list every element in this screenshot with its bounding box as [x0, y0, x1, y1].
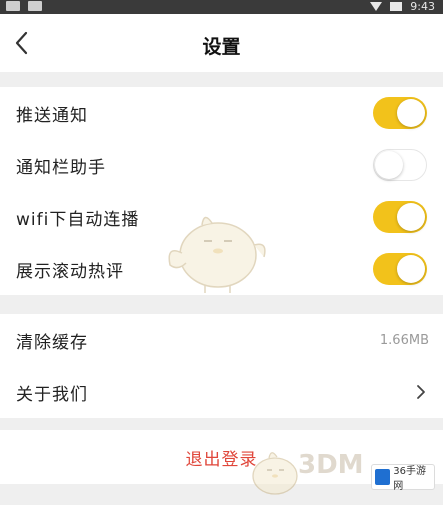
toggle-knob: [397, 99, 425, 127]
about-us-label: 关于我们: [16, 384, 88, 405]
mascot-watermark-icon: [168, 216, 266, 293]
hot-comments-toggle[interactable]: [373, 253, 427, 285]
wifi-icon: [370, 2, 383, 11]
site-logo-icon: [375, 469, 391, 485]
page-title: 设置: [202, 36, 241, 58]
small-mascot-watermark-icon: [252, 452, 298, 495]
toggle-knob: [397, 203, 425, 231]
about-us-row[interactable]: 关于我们: [0, 366, 443, 418]
toggle-knob: [375, 151, 403, 179]
site-badge: 36手游网: [371, 464, 435, 492]
push-notification-toggle[interactable]: [373, 97, 427, 129]
chevron-right-icon: [417, 385, 425, 399]
status-right: 9:43: [370, 0, 435, 13]
clear-cache-label: 清除缓存: [16, 332, 88, 353]
clear-cache-row[interactable]: 清除缓存 1.66MB: [0, 314, 443, 366]
site-badge-text: 36手游网: [393, 466, 426, 492]
setting-label: wifi下自动连播: [16, 209, 140, 230]
setting-label: 展示滚动热评: [16, 261, 124, 282]
toggle-knob: [397, 255, 425, 283]
setting-row-notify-helper: 通知栏助手: [0, 139, 443, 191]
setting-label: 通知栏助手: [16, 157, 106, 178]
gallery-notification-icon: [28, 1, 42, 11]
setting-label: 推送通知: [16, 105, 88, 126]
status-time: 9:43: [410, 0, 435, 13]
notification-helper-toggle[interactable]: [373, 149, 427, 181]
watermark-text: 3DM: [298, 450, 364, 480]
battery-icon: [390, 2, 403, 11]
header-bar: 设置: [0, 14, 443, 72]
setting-row-push: 推送通知: [0, 87, 443, 139]
status-bar: 9:43: [0, 0, 443, 14]
cache-size-value: 1.66MB: [379, 332, 429, 348]
notification-icons: [6, 1, 42, 11]
misc-settings-group: 清除缓存 1.66MB 关于我们: [0, 314, 443, 418]
image-notification-icon: [6, 1, 20, 11]
wifi-autoplay-toggle[interactable]: [373, 201, 427, 233]
